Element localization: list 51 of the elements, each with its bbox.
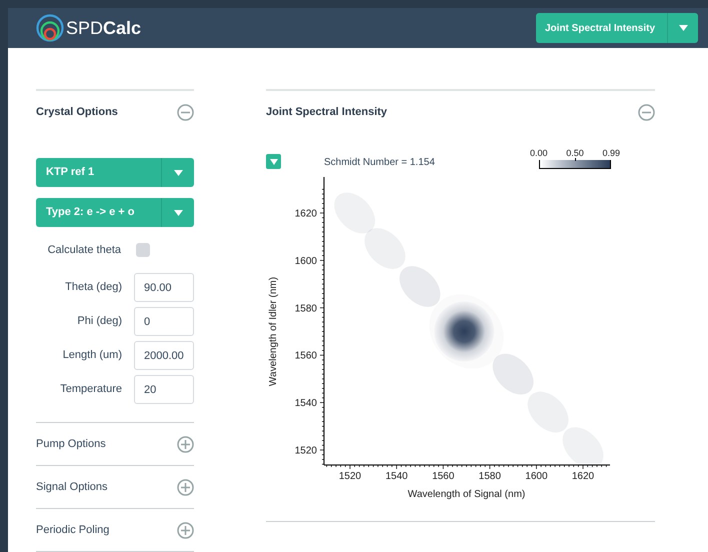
tick-label: 1580 bbox=[478, 471, 501, 482]
tick-label: 1600 bbox=[294, 256, 317, 267]
caret-icon bbox=[678, 25, 688, 31]
colorbar-label: 0.00 bbox=[530, 148, 548, 158]
axis-title: Wavelength of Idler (nm) bbox=[268, 276, 279, 386]
colorbar-label: 0.50 bbox=[566, 148, 584, 158]
colorbar-label: 0.99 bbox=[602, 148, 620, 158]
tick-label: 1580 bbox=[294, 303, 317, 314]
tick-label: 1620 bbox=[294, 208, 317, 220]
side-lobe bbox=[562, 427, 604, 468]
section-title[interactable]: Pump Options bbox=[36, 436, 106, 452]
schmidt-number: Schmidt Number = 1.154 bbox=[324, 156, 435, 170]
caret-icon bbox=[174, 210, 182, 216]
tick-label: 1620 bbox=[572, 471, 594, 482]
colorbar bbox=[539, 160, 611, 169]
side-lobe bbox=[492, 354, 534, 395]
side-lobe bbox=[364, 228, 406, 269]
number-field[interactable]: 20 bbox=[134, 375, 194, 404]
number-field[interactable]: 0 bbox=[134, 307, 194, 336]
field-label: Temperature bbox=[59, 382, 122, 398]
tick-label: 1540 bbox=[385, 471, 408, 482]
checkbox-label: Calculate theta bbox=[46, 242, 121, 258]
field-label: Phi (deg) bbox=[76, 314, 122, 330]
tick-label: 1520 bbox=[294, 446, 317, 456]
expand-icon[interactable] bbox=[177, 478, 194, 496]
number-field[interactable]: 90.00 bbox=[134, 273, 194, 302]
tick-label: 1560 bbox=[432, 471, 454, 482]
tick-label: 1600 bbox=[525, 471, 548, 482]
panel-title: Joint Spectral Intensity bbox=[266, 105, 388, 120]
section-title[interactable]: Signal Options bbox=[36, 478, 108, 496]
tick-label: 1560 bbox=[294, 350, 317, 362]
collapse-icon[interactable] bbox=[638, 104, 655, 121]
number-field[interactable]: 2000.00 bbox=[134, 341, 194, 370]
calculate-theta-checkbox[interactable] bbox=[136, 243, 150, 257]
section-title[interactable]: Periodic Poling bbox=[36, 522, 110, 538]
axis-title: Wavelength of Signal (nm) bbox=[408, 489, 526, 500]
tick-label: 1540 bbox=[294, 398, 317, 410]
app-logo-text: SPDCalc bbox=[66, 16, 142, 40]
collapse-icon[interactable] bbox=[177, 104, 194, 121]
side-lobe bbox=[334, 192, 376, 234]
plot-options-toggle[interactable] bbox=[266, 154, 281, 169]
logo-icon bbox=[36, 14, 64, 42]
expand-icon[interactable] bbox=[177, 522, 194, 538]
tick-label: 1520 bbox=[338, 471, 362, 482]
intensity-peak bbox=[434, 302, 494, 362]
section-title[interactable]: Crystal Options bbox=[36, 104, 118, 121]
caret-icon bbox=[270, 158, 278, 164]
caret-icon bbox=[174, 170, 182, 176]
field-label: Theta (deg) bbox=[64, 280, 122, 296]
field-label: Length (um) bbox=[62, 348, 122, 364]
expand-icon[interactable] bbox=[177, 436, 194, 452]
